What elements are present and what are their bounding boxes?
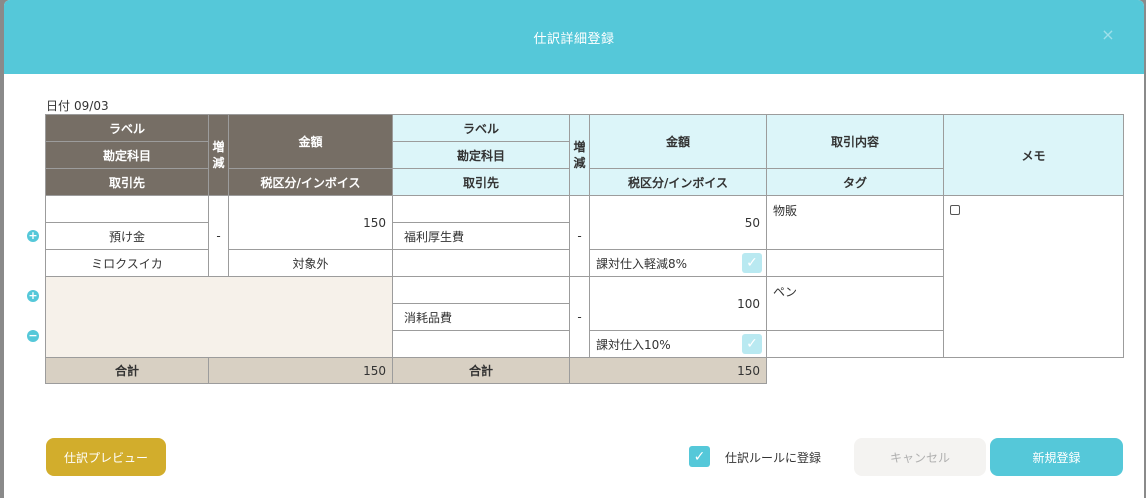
memo-area[interactable] [943, 195, 1124, 358]
debit-total-value: 150 [208, 357, 393, 384]
credit-amount-input[interactable]: 50 [589, 195, 767, 250]
debit-partner-select[interactable]: ミロクスイカ [45, 249, 209, 277]
debit-header-label: ラベル [45, 114, 209, 142]
journal-detail-modal: 仕訳詳細登録 × 日付 09/03 + + − ラベル 勘定科目 取引先 増 減 … [4, 0, 1144, 498]
credit-content-input[interactable]: 物販 [766, 195, 944, 250]
credit-label-input[interactable] [392, 195, 570, 223]
credit-header-account: 勘定科目 [392, 141, 570, 169]
credit-header-content: 取引内容 [766, 114, 944, 169]
debit-empty-area [45, 276, 393, 358]
credit-tax-value: 課対仕入10% [596, 337, 671, 352]
journal-preview-button[interactable]: 仕訳プレビュー [46, 438, 166, 476]
credit-amount-input[interactable]: 100 [589, 276, 767, 331]
invoice-checkbox[interactable]: ✓ [742, 334, 762, 354]
journal-grid: ラベル 勘定科目 取引先 増 減 金額 税区分/インボイス ラベル 勘定科目 取… [45, 114, 1124, 384]
credit-header-tax: 税区分/インボイス [589, 168, 767, 196]
credit-header-amount: 金額 [589, 114, 767, 169]
credit-account-select[interactable]: 福利厚生費 [392, 222, 570, 250]
credit-partner-select[interactable] [392, 330, 570, 358]
debit-account-select[interactable]: 預け金 [45, 222, 209, 250]
rule-register-checkbox[interactable]: ✓ [689, 446, 710, 467]
debit-total-label: 合計 [45, 357, 209, 384]
debit-tax-select[interactable]: 対象外 [228, 249, 393, 277]
credit-inc-dec-select[interactable]: - [569, 276, 590, 358]
credit-content-input[interactable]: ペン [766, 276, 944, 331]
date-line: 日付 09/03 [46, 97, 113, 114]
memo-icon[interactable] [950, 205, 960, 215]
dec-char: 減 [573, 156, 586, 170]
register-button[interactable]: 新規登録 [990, 438, 1123, 476]
date-label: 日付 [46, 99, 71, 113]
debit-inc-dec-select[interactable]: - [208, 195, 229, 277]
credit-partner-select[interactable] [392, 249, 570, 277]
credit-tax-select[interactable]: 課対仕入10% ✓ [589, 330, 767, 358]
modal-title: 仕訳詳細登録 [533, 31, 615, 47]
credit-total-value: 150 [569, 357, 767, 384]
modal-header: 仕訳詳細登録 × [4, 0, 1144, 74]
inc-char: 増 [212, 140, 225, 154]
dec-char: 減 [212, 156, 225, 170]
debit-label-input[interactable] [45, 195, 209, 223]
debit-amount-input[interactable]: 150 [228, 195, 393, 250]
rule-register-label: 仕訳ルールに登録 [725, 451, 822, 465]
inc-char: 増 [573, 140, 586, 154]
credit-header-partner: 取引先 [392, 168, 570, 196]
add-row-icon[interactable]: + [27, 290, 39, 302]
add-row-icon[interactable]: + [27, 230, 39, 242]
credit-tax-value: 課対仕入軽減8% [596, 256, 688, 271]
debit-header-tax: 税区分/インボイス [228, 168, 393, 196]
credit-header-memo: メモ [943, 114, 1124, 196]
debit-header-amount: 金額 [228, 114, 393, 169]
credit-header-label: ラベル [392, 114, 570, 142]
invoice-checkbox[interactable]: ✓ [742, 253, 762, 273]
date-value: 09/03 [74, 99, 109, 113]
credit-tag-input[interactable] [766, 249, 944, 277]
credit-total-label: 合計 [392, 357, 570, 384]
debit-header-inc-dec: 増 減 [208, 114, 229, 196]
credit-inc-dec-select[interactable]: - [569, 195, 590, 277]
cancel-button[interactable]: キャンセル [854, 438, 986, 476]
close-icon[interactable]: × [1100, 27, 1116, 43]
credit-account-select[interactable]: 消耗品費 [392, 303, 570, 331]
remove-row-icon[interactable]: − [27, 330, 39, 342]
credit-tag-input[interactable] [766, 330, 944, 358]
debit-header-partner: 取引先 [45, 168, 209, 196]
debit-header-account: 勘定科目 [45, 141, 209, 169]
credit-label-input[interactable] [392, 276, 570, 304]
credit-header-inc-dec: 増 減 [569, 114, 590, 196]
credit-tax-select[interactable]: 課対仕入軽減8% ✓ [589, 249, 767, 277]
credit-header-tag: タグ [766, 168, 944, 196]
